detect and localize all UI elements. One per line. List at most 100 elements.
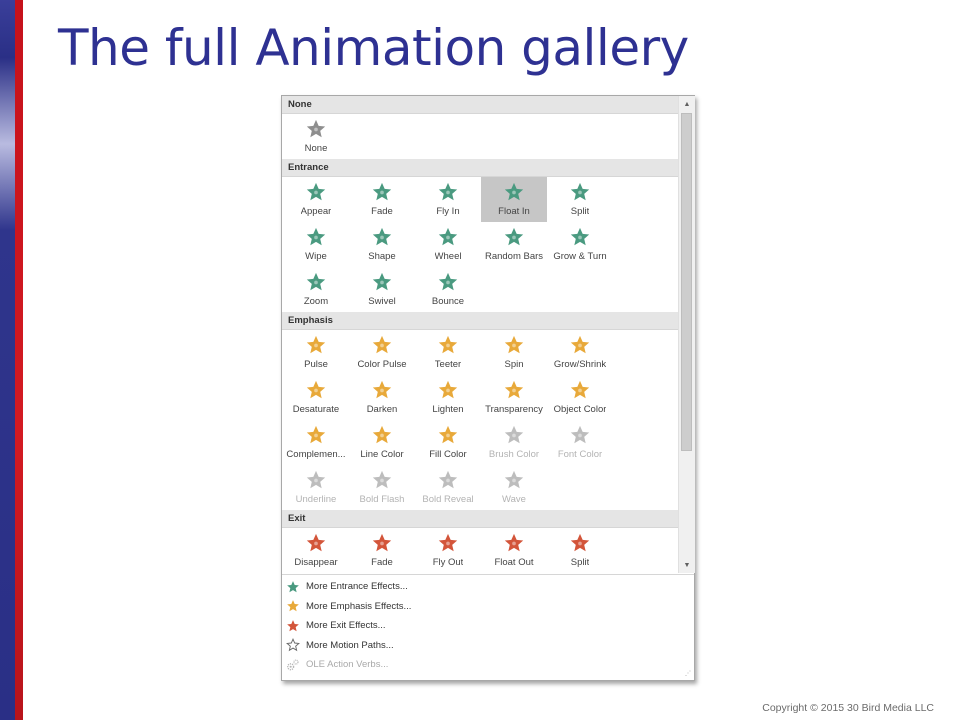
effect-color-pulse[interactable]: Color Pulse	[349, 330, 415, 375]
effect-label: Grow/Shrink	[553, 359, 607, 370]
effect-bounce[interactable]: Bounce	[415, 267, 481, 312]
section-grid-emphasis: Pulse Color Pulse Teeter Spin Grow/Shrink Des…	[282, 330, 678, 510]
effect-label: Disappear	[294, 557, 338, 568]
more-motion-paths-item[interactable]: More Motion Paths...	[282, 636, 694, 656]
darken-icon	[372, 380, 392, 399]
effect-float-out[interactable]: Float Out	[481, 528, 547, 573]
left-accent-bar-red	[15, 0, 23, 720]
effect-label: Lighten	[432, 404, 464, 415]
pulse-icon	[306, 335, 326, 354]
effect-split-out[interactable]: Split	[547, 528, 613, 573]
lighten-icon	[438, 380, 458, 399]
effect-fly-in[interactable]: Fly In	[415, 177, 481, 222]
underline-icon	[306, 470, 326, 489]
effect-appear[interactable]: Appear	[283, 177, 349, 222]
effect-darken[interactable]: Darken	[349, 375, 415, 420]
effect-star-gray[interactable]: None	[283, 114, 349, 159]
effect-label: Zoom	[303, 296, 329, 307]
scrollbar-thumb[interactable]	[681, 113, 692, 451]
outline-star-icon	[286, 638, 300, 652]
effect-label: Font Color	[557, 449, 603, 460]
more-motion-label: More Motion Paths...	[306, 639, 394, 651]
effect-lighten[interactable]: Lighten	[415, 375, 481, 420]
copyright-text: Copyright © 2015 30 Bird Media LLC	[762, 702, 934, 714]
effect-fade-out[interactable]: Fade	[349, 528, 415, 573]
effect-label: Fade	[371, 206, 393, 217]
more-exit-effects-item[interactable]: More Exit Effects...	[282, 616, 694, 636]
effect-bold-reveal: Bold Reveal	[415, 465, 481, 510]
grow-shrink-icon	[570, 335, 590, 354]
effect-swivel[interactable]: Swivel	[349, 267, 415, 312]
float-out-icon	[504, 533, 524, 552]
effect-wheel[interactable]: Wheel	[415, 222, 481, 267]
effect-wave: Wave	[481, 465, 547, 510]
effect-line-color[interactable]: Line Color	[349, 420, 415, 465]
section-grid-exit: DisappearFadeFly OutFloat OutSplitWipe	[282, 528, 678, 573]
effect-spin[interactable]: Spin	[481, 330, 547, 375]
wipe-icon	[306, 227, 326, 246]
fill-color-icon	[438, 425, 458, 444]
effect-transparency[interactable]: Transparency	[481, 375, 547, 420]
effect-label: Split	[570, 206, 590, 217]
effect-label: Bounce	[431, 296, 465, 307]
effect-complementary-color[interactable]: Complemen...	[283, 420, 349, 465]
effect-wipe[interactable]: Wipe	[283, 222, 349, 267]
effect-fade[interactable]: Fade	[349, 177, 415, 222]
transparency-icon	[504, 380, 524, 399]
more-entrance-effects-item[interactable]: More Entrance Effects...	[282, 577, 694, 597]
effect-label: Spin	[504, 359, 524, 370]
effect-label: Wheel	[434, 251, 462, 262]
effect-fill-color[interactable]: Fill Color	[415, 420, 481, 465]
effect-label: Color Pulse	[357, 359, 407, 370]
effect-zoom[interactable]: Zoom	[283, 267, 349, 312]
wheel-icon	[438, 227, 458, 246]
gallery-more-menu: More Entrance Effects... More Emphasis E…	[282, 574, 694, 675]
effect-grow-turn[interactable]: Grow & Turn	[547, 222, 613, 267]
slide-title: The full Animation gallery	[58, 19, 689, 77]
effect-desaturate[interactable]: Desaturate	[283, 375, 349, 420]
more-emphasis-effects-item[interactable]: More Emphasis Effects...	[282, 597, 694, 617]
effect-font-color: Font Color	[547, 420, 613, 465]
effect-grow-shrink[interactable]: Grow/Shrink	[547, 330, 613, 375]
object-color-icon	[570, 380, 590, 399]
effect-label: Object Color	[553, 404, 607, 415]
line-color-icon	[372, 425, 392, 444]
effect-label: Desaturate	[292, 404, 340, 415]
brush-color-icon	[504, 425, 524, 444]
effect-label: Wipe	[305, 251, 327, 262]
effect-label: Grow & Turn	[553, 251, 607, 262]
effect-float-in[interactable]: Float In	[481, 177, 547, 222]
scroll-up-arrow-icon[interactable]: ▲	[679, 96, 695, 112]
effect-object-color[interactable]: Object Color	[547, 375, 613, 420]
resize-grip-icon[interactable]: ⋰	[685, 671, 691, 677]
bounce-icon	[438, 272, 458, 291]
effect-random-bars[interactable]: Random Bars	[481, 222, 547, 267]
effect-pulse[interactable]: Pulse	[283, 330, 349, 375]
fly-in-icon	[438, 182, 458, 201]
effect-label: Float Out	[494, 557, 534, 568]
ole-action-verbs-label: OLE Action Verbs...	[306, 659, 389, 671]
scroll-down-arrow-icon[interactable]: ▼	[679, 557, 695, 573]
effect-disappear[interactable]: Disappear	[283, 528, 349, 573]
effect-label: Swivel	[368, 296, 396, 307]
effect-label: Fade	[371, 557, 393, 568]
effect-teeter[interactable]: Teeter	[415, 330, 481, 375]
effect-label: Appear	[300, 206, 332, 217]
gears-icon	[287, 659, 299, 671]
bold-flash-icon	[372, 470, 392, 489]
section-header-none: None	[282, 96, 678, 114]
effect-fly-out[interactable]: Fly Out	[415, 528, 481, 573]
star-gray-icon	[306, 119, 326, 138]
effect-shape[interactable]: Shape	[349, 222, 415, 267]
swivel-icon	[372, 272, 392, 291]
effect-split[interactable]: Split	[547, 177, 613, 222]
gallery-scrollbar[interactable]: ▲ ▼	[678, 96, 695, 573]
effect-label: Bold Reveal	[422, 494, 474, 505]
effect-bold-flash: Bold Flash	[349, 465, 415, 510]
effect-label: Fill Color	[429, 449, 467, 460]
wave-icon	[504, 470, 524, 489]
effect-label: Shape	[368, 251, 396, 262]
fade-out-icon	[372, 533, 392, 552]
effect-label: Split	[570, 557, 590, 568]
effect-label: None	[304, 143, 328, 154]
